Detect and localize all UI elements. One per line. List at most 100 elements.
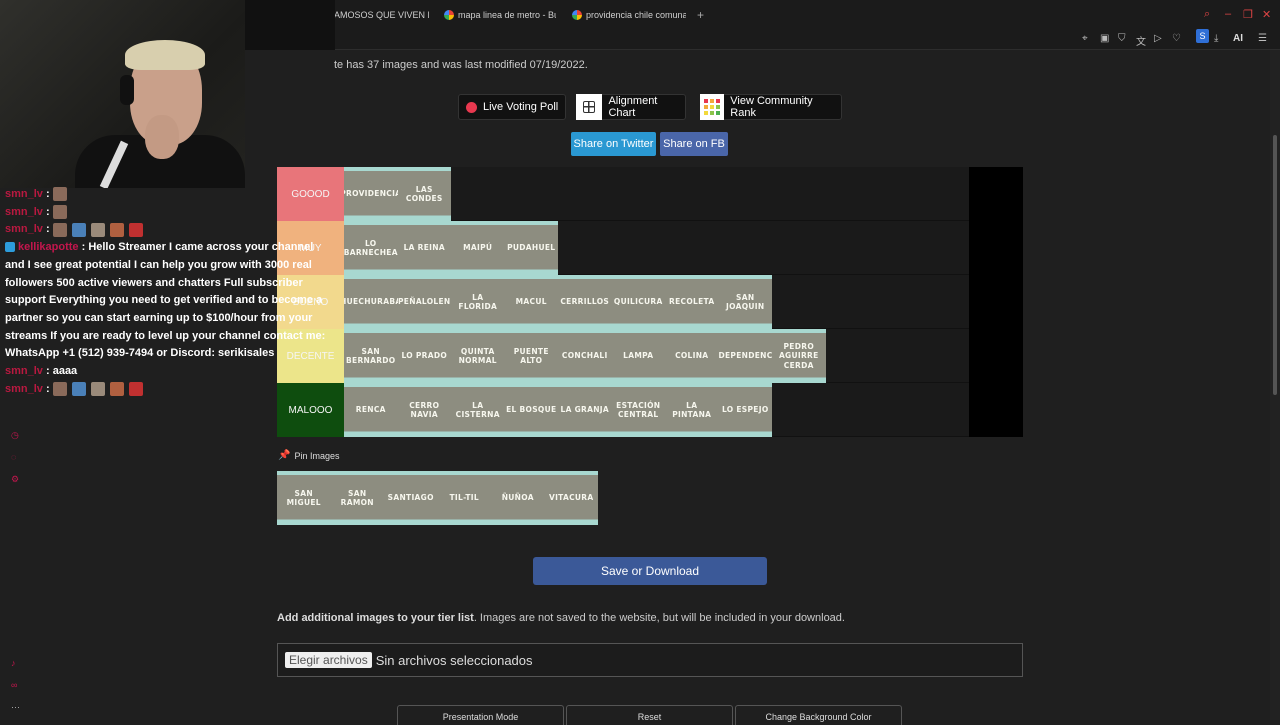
download-icon[interactable]: ⤓: [1214, 33, 1218, 44]
tier-image[interactable]: ESTACIÓN CENTRAL: [611, 383, 665, 437]
tier-image[interactable]: LO BARNECHEA: [344, 221, 398, 275]
tier-settings-handle[interactable]: [969, 221, 1023, 275]
scrollbar-thumb[interactable]: [1273, 135, 1277, 395]
pinned-image[interactable]: TIL-TIL: [437, 471, 491, 525]
share-twitter-button[interactable]: Share on Twitter: [571, 132, 656, 156]
ai-button[interactable]: AI: [1233, 33, 1243, 44]
pinned-image[interactable]: SANTIAGO: [384, 471, 438, 525]
tier-image[interactable]: CERRO NAVIA: [397, 383, 451, 437]
tier-settings-handle[interactable]: [969, 275, 1023, 329]
tier-image[interactable]: RECOLETA: [665, 275, 719, 329]
community-rank-button[interactable]: View Community Rank: [700, 94, 842, 120]
tier-image[interactable]: LA CISTERNA: [451, 383, 505, 437]
minimize-icon[interactable]: –: [1225, 8, 1231, 20]
chat-username[interactable]: kellikapotte: [18, 241, 79, 253]
share-facebook-button[interactable]: Share on FB: [660, 132, 728, 156]
tier-image[interactable]: SAN BERNARDO: [344, 329, 398, 383]
chat-username[interactable]: smn_lv: [5, 223, 43, 235]
close-icon[interactable]: ✕: [1262, 8, 1271, 21]
tier-image[interactable]: SAN JOAQUIN: [718, 275, 772, 329]
reset-button[interactable]: Reset: [566, 705, 733, 725]
tier-image[interactable]: PEÑALOLEN: [397, 275, 451, 329]
tier-image[interactable]: LA FLORIDA: [451, 275, 505, 329]
heart-icon[interactable]: ♡: [1172, 33, 1181, 44]
tier-image[interactable]: LA GRANJA: [558, 383, 612, 437]
chat-username[interactable]: smn_lv: [5, 383, 43, 395]
record-icon: [466, 101, 477, 113]
overlay-panel: [245, 0, 335, 50]
browser-tab[interactable]: AMOSOS QUE VIVEN EN: [334, 7, 429, 23]
grid-icon: [576, 94, 603, 120]
live-voting-poll-button[interactable]: Live Voting Poll: [458, 94, 567, 120]
pinned-image[interactable]: SAN MIGUEL: [277, 471, 331, 525]
tier-row: GOOODPROVIDENCIALAS CONDES: [277, 167, 1023, 221]
more-icon[interactable]: ⋯: [11, 702, 20, 713]
restore-icon[interactable]: ❐: [1243, 8, 1253, 21]
link-icon[interactable]: ∞: [11, 680, 17, 690]
new-tab-button[interactable]: +: [697, 8, 704, 22]
browser-tab[interactable]: mapa linea de metro - Bus: [444, 7, 556, 23]
play-icon[interactable]: ▷: [1154, 33, 1162, 44]
change-background-button[interactable]: Change Background Color: [735, 705, 902, 725]
tier-image[interactable]: PROVIDENCIA: [344, 167, 398, 221]
clock-icon[interactable]: ◷: [11, 430, 19, 441]
tier-image[interactable]: LO ESPEJO: [718, 383, 772, 437]
tier-image[interactable]: LA PINTANA: [665, 383, 719, 437]
page-scrollbar[interactable]: [1270, 50, 1280, 720]
webcam-hair: [125, 40, 205, 70]
choose-files-button[interactable]: Elegir archivos: [285, 652, 372, 668]
chat-username[interactable]: smn_lv: [5, 206, 43, 218]
screenshot-icon[interactable]: ▣: [1100, 33, 1109, 44]
tier-image[interactable]: PUDAHUEL: [504, 221, 558, 275]
pinned-image[interactable]: VITACURA: [544, 471, 598, 525]
tier-image[interactable]: LAS CONDES: [397, 167, 451, 221]
tier-settings-handle[interactable]: [969, 383, 1023, 437]
chat-username[interactable]: smn_lv: [5, 188, 43, 200]
presentation-mode-button[interactable]: Presentation Mode: [397, 705, 564, 725]
tier-image[interactable]: LAMPA: [611, 329, 665, 383]
tier-settings-handle[interactable]: [969, 329, 1023, 383]
tier-image[interactable]: QUILICURA: [611, 275, 665, 329]
tier-image[interactable]: CERRILLOS: [558, 275, 612, 329]
profile-avatar[interactable]: S: [1196, 29, 1209, 43]
pin-icon: 📌: [278, 450, 291, 461]
add-images-info: Add additional images to your tier list.…: [277, 612, 845, 624]
file-upload-input[interactable]: Elegir archivos Sin archivos seleccionad…: [277, 643, 1023, 677]
webcam-overlay: [0, 0, 245, 188]
shield-icon[interactable]: ⛉: [1118, 33, 1126, 44]
save-download-button[interactable]: Save or Download: [533, 557, 767, 585]
pin-images-toggle[interactable]: 📌 Pin Images: [278, 450, 339, 461]
alignment-chart-button[interactable]: Alignment Chart: [576, 94, 686, 120]
tier-image[interactable]: RENCA: [344, 383, 398, 437]
tier-image[interactable]: EL BOSQUE: [504, 383, 558, 437]
tier-settings-handle[interactable]: [969, 167, 1023, 221]
pinned-image[interactable]: SAN RAMON: [330, 471, 384, 525]
tier-items: RENCA CERRO NAVIA LA CISTERNA EL BOSQUE LA G…: [344, 383, 772, 437]
tier-image[interactable]: CONCHALI: [558, 329, 612, 383]
chat-username[interactable]: smn_lv: [5, 365, 43, 377]
tier-image[interactable]: MACUL: [504, 275, 558, 329]
tier-image[interactable]: LA REINA: [397, 221, 451, 275]
tier-image[interactable]: PEDRO AGUIRRE CERDA: [772, 329, 826, 383]
menu-icon[interactable]: ☰: [1258, 33, 1267, 44]
search-icon[interactable]: ⌕: [1204, 8, 1210, 21]
tier-image[interactable]: MAIPÚ: [451, 221, 505, 275]
tier-image[interactable]: QUINTA NORMAL: [451, 329, 505, 383]
tier-image[interactable]: COLINA: [665, 329, 719, 383]
tier-image[interactable]: LO PRADO: [397, 329, 451, 383]
chat-overlay: smn_lv : smn_lv : smn_lv : kellikapotte …: [0, 186, 335, 398]
bookmark-icon[interactable]: ⌖: [1082, 33, 1088, 44]
tier-image[interactable]: PUENTE ALTO: [504, 329, 558, 383]
pinned-image[interactable]: ÑUÑOA: [491, 471, 545, 525]
tier-row: MUY LO BARNECHEA LA REINA MAIPÚ PUDAHUEL: [277, 221, 1023, 275]
browser-tab[interactable]: providencia chile comuna: [572, 7, 686, 23]
tier-image[interactable]: HUECHURABA: [344, 275, 398, 329]
translate-icon[interactable]: 文: [1136, 33, 1146, 48]
tier-row: MALOOO RENCA CERRO NAVIA LA CISTERNA EL BOSQ…: [277, 383, 1023, 437]
tier-image[interactable]: INDEPENDENCIA: [718, 329, 772, 383]
tiktok-icon[interactable]: ♪: [11, 658, 16, 668]
settings-icon[interactable]: ⚙: [11, 474, 19, 485]
tierlist-summary: te has 37 images and was last modified 0…: [334, 59, 588, 71]
emote-icon: [52, 381, 67, 396]
chat-icon[interactable]: ◌: [11, 452, 16, 462]
